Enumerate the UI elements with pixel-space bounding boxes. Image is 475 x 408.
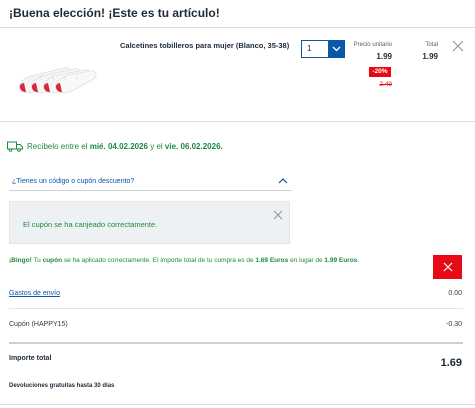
shipping-value: 0.00 — [448, 290, 462, 297]
product-name[interactable]: Calcetines tobilleros para mujer (Blanco… — [120, 41, 289, 50]
divider — [0, 404, 475, 405]
bingo-bold: ¡Bingo! — [9, 257, 32, 264]
bingo-text: Tu — [31, 257, 43, 264]
order-total-value: 1.69 — [440, 357, 462, 369]
order-total-label: Importe total — [9, 355, 52, 362]
bingo-message: ¡Bingo! Tu cupón se ha aplicado correcta… — [9, 257, 359, 264]
delivery-info: Recíbelo entre el mié. 04.02.2026 y el v… — [7, 140, 223, 152]
unit-price: 1.99 — [376, 52, 392, 61]
discount-badge: -20% — [369, 67, 391, 77]
delivery-prefix: Recíbelo entre el — [27, 141, 88, 151]
shipping-label[interactable]: Gastos de envío — [9, 290, 60, 297]
old-price: 2.49 — [379, 81, 392, 88]
item-total: 1.99 — [422, 52, 438, 61]
close-icon[interactable] — [273, 210, 283, 220]
chevron-up-icon[interactable] — [278, 178, 288, 184]
total-label: Total — [425, 42, 438, 48]
delivery-date-to: vie. 06.02.2026 — [164, 141, 221, 151]
coupon-toggle-label[interactable]: ¿Tienes un código o cupón descuento? — [12, 178, 134, 185]
delivery-suffix: . — [220, 141, 223, 151]
coupon-label: Cupón (HAPPY15) — [9, 321, 68, 328]
bingo-text: . — [357, 257, 360, 264]
divider — [9, 342, 463, 344]
divider — [0, 121, 475, 122]
unit-price-label: Precio unitario — [353, 42, 392, 48]
coupon-value: -0.30 — [446, 321, 462, 328]
shipping-link[interactable]: Gastos de envío — [9, 290, 60, 297]
product-image — [19, 67, 97, 94]
divider — [9, 308, 463, 309]
bingo-bold: 1.69 Euros — [255, 257, 289, 264]
remove-coupon-button[interactable] — [433, 255, 462, 279]
truck-icon — [7, 141, 23, 152]
delivery-date-from: mié. 04.02.2026 — [89, 141, 148, 151]
delete-icon — [443, 262, 452, 272]
quantity-value: 1 — [307, 44, 312, 53]
bingo-bold: 1.99 Euros — [324, 257, 358, 264]
returns-note: Devoluciones gratuitas hasta 30 días — [9, 383, 115, 389]
coupon-success-message: El cupón se ha canjeado correctamente. — [23, 220, 158, 229]
page-title: ¡Buena elección! ¡Este es tu artículo! — [9, 6, 220, 20]
close-icon[interactable] — [452, 40, 464, 52]
quantity-select[interactable]: 1 — [301, 40, 345, 58]
bingo-text: en lugar de — [288, 257, 325, 264]
bingo-text: se ha aplicado correctamente. El importe… — [62, 257, 256, 264]
divider — [0, 27, 475, 28]
delivery-middle: y el — [150, 141, 163, 151]
chevron-down-icon[interactable] — [328, 41, 344, 57]
coupon-toggle[interactable]: ¿Tienes un código o cupón descuento? — [9, 172, 292, 191]
bingo-bold: cupón — [42, 257, 63, 264]
